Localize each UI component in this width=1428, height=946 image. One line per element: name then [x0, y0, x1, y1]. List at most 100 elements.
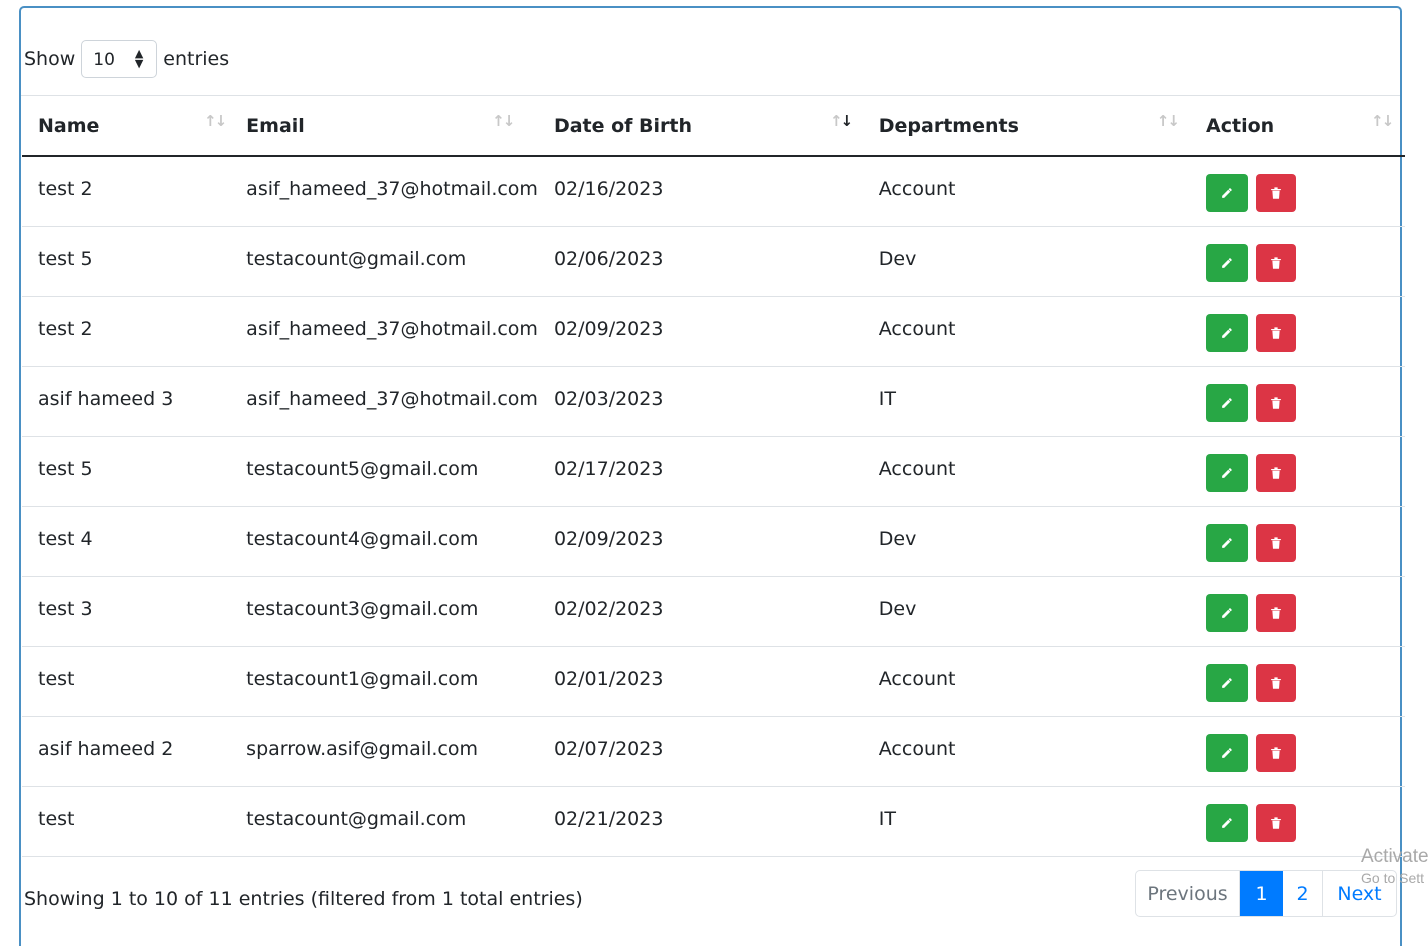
page-1-button[interactable]: 1 — [1240, 871, 1283, 916]
previous-page-button[interactable]: Previous — [1136, 871, 1240, 916]
cell-actions — [1190, 646, 1405, 717]
delete-button[interactable] — [1256, 803, 1297, 842]
cell-dob: 02/06/2023 — [537, 226, 863, 297]
length-prefix: Show — [24, 48, 76, 70]
edit-button[interactable] — [1206, 453, 1249, 492]
edit-button[interactable] — [1206, 593, 1249, 632]
cell-name: asif hameed 2 — [22, 716, 231, 787]
entries-select-value: 10 — [93, 50, 115, 70]
cell-dob: 02/03/2023 — [537, 366, 863, 437]
column-header-dob[interactable]: Date of Birth ↑↓ — [537, 96, 863, 157]
cell-actions — [1190, 296, 1405, 367]
cell-department: Account — [862, 156, 1191, 227]
table-row: test 2 asif_hameed_37@hotmail.com 02/16/20… — [22, 156, 1405, 227]
edit-button[interactable] — [1206, 243, 1249, 282]
cell-email: testacount@gmail.com — [230, 786, 538, 857]
cell-email: sparrow.asif@gmail.com — [230, 716, 538, 787]
edit-button[interactable] — [1206, 313, 1249, 352]
watermark-line2: Go to Sett — [1361, 870, 1425, 886]
select-arrows-icon: ▲ ▼ — [134, 47, 144, 70]
column-header-label: Email — [246, 114, 305, 137]
cell-email: testacount5@gmail.com — [230, 436, 538, 507]
edit-button[interactable] — [1206, 733, 1249, 772]
edit-button[interactable] — [1206, 803, 1249, 842]
employees-table: Name ↑↓ Email ↑↓ Date of Birth ↑↓ Departmen… — [22, 96, 1405, 857]
table-row: test 3 testacount3@gmail.com 02/02/2023 Dev — [22, 576, 1405, 647]
column-header-action[interactable]: Action ↑↓ — [1190, 96, 1405, 157]
cell-department: Account — [862, 716, 1191, 787]
table-row: asif hameed 3 asif_hameed_37@hotmail.com 0… — [22, 366, 1405, 437]
cell-email: testacount1@gmail.com — [230, 646, 538, 717]
cell-department: IT — [862, 366, 1191, 437]
cell-dob: 02/16/2023 — [537, 156, 863, 227]
cell-email: testacount4@gmail.com — [230, 506, 538, 577]
delete-button[interactable] — [1256, 313, 1297, 352]
edit-button[interactable] — [1206, 663, 1249, 702]
cell-department: Account — [862, 646, 1191, 717]
edit-button[interactable] — [1206, 523, 1249, 562]
cell-actions — [1190, 366, 1405, 437]
cell-name: test 5 — [22, 226, 231, 297]
column-header-label: Name — [38, 114, 100, 137]
length-suffix: entries — [163, 48, 230, 70]
table-row: test 5 testacount5@gmail.com 02/17/2023 Acc… — [22, 436, 1405, 507]
cell-dob: 02/09/2023 — [537, 296, 863, 367]
cell-actions — [1190, 156, 1405, 227]
watermark-line1: Activate — [1361, 846, 1428, 867]
sort-icon: ↑↓ — [829, 112, 853, 130]
cell-department: Account — [862, 436, 1191, 507]
cell-actions — [1190, 576, 1405, 647]
cell-dob: 02/02/2023 — [537, 576, 863, 647]
cell-department: IT — [862, 786, 1191, 857]
cell-name: asif hameed 3 — [22, 366, 231, 437]
entries-select[interactable]: 10 ▲ ▼ — [81, 40, 158, 78]
cell-dob: 02/21/2023 — [537, 786, 863, 857]
table-row: test testacount1@gmail.com 02/01/2023 Accou… — [22, 646, 1405, 717]
activation-watermark: Activate Go to Sett — [1361, 846, 1428, 886]
cell-email: asif_hameed_37@hotmail.com — [230, 156, 538, 227]
cell-name: test 3 — [22, 576, 231, 647]
sort-icon: ↑↓ — [492, 112, 515, 130]
column-header-label: Action — [1206, 114, 1275, 137]
cell-dob: 02/07/2023 — [537, 716, 863, 787]
sort-icon: ↑↓ — [204, 112, 227, 130]
sort-icon: ↑↓ — [1371, 112, 1394, 130]
cell-name: test 4 — [22, 506, 231, 577]
delete-button[interactable] — [1256, 383, 1297, 422]
column-header-email[interactable]: Email ↑↓ — [230, 96, 538, 157]
cell-name: test 2 — [22, 156, 231, 227]
delete-button[interactable] — [1256, 593, 1297, 632]
cell-actions — [1190, 436, 1405, 507]
delete-button[interactable] — [1256, 663, 1297, 702]
cell-dob: 02/01/2023 — [537, 646, 863, 717]
table-info: Showing 1 to 10 of 11 entries (filtered … — [24, 888, 583, 910]
edit-button[interactable] — [1206, 383, 1249, 422]
page-2-button[interactable]: 2 — [1283, 871, 1323, 916]
datatable-card: Show 10 ▲ ▼ entries Name ↑↓ Email ↑↓ Date o… — [19, 6, 1405, 946]
cell-name: test — [22, 786, 231, 857]
cell-department: Account — [862, 296, 1191, 367]
cell-actions — [1190, 716, 1405, 787]
cell-dob: 02/17/2023 — [537, 436, 863, 507]
cell-name: test 5 — [22, 436, 231, 507]
cell-email: testacount@gmail.com — [230, 226, 538, 297]
cell-email: asif_hameed_37@hotmail.com — [230, 296, 538, 367]
edit-button[interactable] — [1206, 174, 1249, 212]
sort-icon: ↑↓ — [1156, 112, 1180, 130]
pagination: Previous 1 2 Next — [1135, 870, 1397, 917]
cell-name: test — [22, 646, 231, 717]
delete-button[interactable] — [1256, 174, 1297, 212]
length-menu: Show 10 ▲ ▼ entries — [24, 39, 229, 79]
table-row: test testacount@gmail.com 02/21/2023 IT — [22, 786, 1405, 857]
delete-button[interactable] — [1256, 453, 1297, 492]
column-header-name[interactable]: Name ↑↓ — [22, 96, 231, 157]
delete-button[interactable] — [1256, 523, 1297, 562]
delete-button[interactable] — [1256, 733, 1297, 772]
column-header-departments[interactable]: Departments ↑↓ — [862, 96, 1191, 157]
table-row: asif hameed 2 sparrow.asif@gmail.com 02/07… — [22, 716, 1405, 787]
cell-dob: 02/09/2023 — [537, 506, 863, 577]
delete-button[interactable] — [1256, 243, 1297, 282]
cell-department: Dev — [862, 226, 1191, 297]
cell-actions — [1190, 226, 1405, 297]
table-row: test 5 testacount@gmail.com 02/06/2023 Dev — [22, 226, 1405, 297]
